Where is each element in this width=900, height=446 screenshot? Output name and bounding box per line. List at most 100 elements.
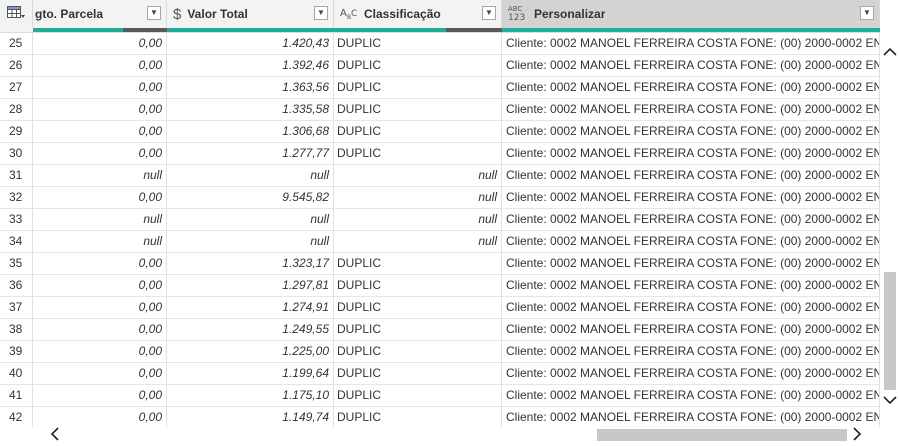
cell-classificacao[interactable]: DUPLIC (334, 385, 502, 406)
filter-dropdown-valor-total-icon[interactable]: ▼ (314, 6, 328, 20)
cell-parcela[interactable]: 0,00 (33, 253, 167, 274)
row-index[interactable]: 34 (0, 231, 33, 252)
cell-personalizar[interactable]: Cliente: 0002 MANOEL FERREIRA COSTA FONE… (502, 143, 880, 164)
horizontal-scroll-thumb[interactable] (597, 429, 847, 441)
cell-parcela[interactable]: null (33, 209, 167, 230)
cell-parcela[interactable]: null (33, 231, 167, 252)
filter-dropdown-personalizar-icon[interactable]: ▼ (860, 6, 874, 20)
cell-parcela[interactable]: 0,00 (33, 407, 167, 428)
cell-parcela[interactable]: 0,00 (33, 77, 167, 98)
cell-valor-total[interactable]: 1.277,77 (167, 143, 334, 164)
text-type-icon[interactable]: ABC (334, 6, 358, 23)
table-row[interactable]: 27 0,00 1.363,56 DUPLIC Cliente: 0002 MANOEL… (0, 77, 880, 99)
cell-classificacao[interactable]: DUPLIC (334, 143, 502, 164)
table-row[interactable]: 30 0,00 1.277,77 DUPLIC Cliente: 0002 MANOEL… (0, 143, 880, 165)
cell-personalizar[interactable]: Cliente: 0002 MANOEL FERREIRA COSTA FONE… (502, 275, 880, 296)
table-row[interactable]: 28 0,00 1.335,58 DUPLIC Cliente: 0002 MANOEL… (0, 99, 880, 121)
cell-personalizar[interactable]: Cliente: 0002 MANOEL FERREIRA COSTA FONE… (502, 253, 880, 274)
cell-valor-total[interactable]: 1.249,55 (167, 319, 334, 340)
row-index[interactable]: 36 (0, 275, 33, 296)
cell-classificacao[interactable]: DUPLIC (334, 121, 502, 142)
cell-personalizar[interactable]: Cliente: 0002 MANOEL FERREIRA COSTA FONE… (502, 341, 880, 362)
cell-personalizar[interactable]: Cliente: 0002 MANOEL FERREIRA COSTA FONE… (502, 121, 880, 142)
cell-personalizar[interactable]: Cliente: 0002 MANOEL FERREIRA COSTA FONE… (502, 297, 880, 318)
filter-dropdown-parcela-icon[interactable]: ▼ (147, 6, 161, 20)
scroll-left-icon[interactable] (50, 427, 60, 446)
cell-personalizar[interactable]: Cliente: 0002 MANOEL FERREIRA COSTA FONE… (502, 363, 880, 384)
row-index[interactable]: 41 (0, 385, 33, 406)
cell-personalizar[interactable]: Cliente: 0002 MANOEL FERREIRA COSTA FONE… (502, 231, 880, 252)
table-row[interactable]: 34 null null null Cliente: 0002 MANOEL FERRE… (0, 231, 880, 253)
row-index[interactable]: 35 (0, 253, 33, 274)
row-index[interactable]: 33 (0, 209, 33, 230)
table-row[interactable]: 26 0,00 1.392,46 DUPLIC Cliente: 0002 MANOEL… (0, 55, 880, 77)
cell-classificacao[interactable]: null (334, 165, 502, 186)
cell-valor-total[interactable]: 1.274,91 (167, 297, 334, 318)
cell-classificacao[interactable]: null (334, 231, 502, 252)
row-index[interactable]: 42 (0, 407, 33, 428)
row-index[interactable]: 32 (0, 187, 33, 208)
cell-parcela[interactable]: 0,00 (33, 297, 167, 318)
row-index[interactable]: 38 (0, 319, 33, 340)
cell-classificacao[interactable]: null (334, 209, 502, 230)
column-header-parcela[interactable]: gto. Parcela ▼ (33, 0, 167, 28)
cell-personalizar[interactable]: Cliente: 0002 MANOEL FERREIRA COSTA FONE… (502, 33, 880, 54)
cell-valor-total[interactable]: null (167, 165, 334, 186)
row-index[interactable]: 25 (0, 33, 33, 54)
cell-personalizar[interactable]: Cliente: 0002 MANOEL FERREIRA COSTA FONE… (502, 385, 880, 406)
cell-classificacao[interactable]: DUPLIC (334, 363, 502, 384)
cell-classificacao[interactable]: DUPLIC (334, 297, 502, 318)
table-row[interactable]: 32 0,00 9.545,82 null Cliente: 0002 MANOEL F… (0, 187, 880, 209)
cell-valor-total[interactable]: 1.420,43 (167, 33, 334, 54)
cell-parcela[interactable]: 0,00 (33, 341, 167, 362)
row-index[interactable]: 28 (0, 99, 33, 120)
cell-personalizar[interactable]: Cliente: 0002 MANOEL FERREIRA COSTA FONE… (502, 209, 880, 230)
cell-classificacao[interactable]: DUPLIC (334, 275, 502, 296)
table-menu-button[interactable] (0, 0, 33, 28)
cell-personalizar[interactable]: Cliente: 0002 MANOEL FERREIRA COSTA FONE… (502, 165, 880, 186)
cell-parcela[interactable]: 0,00 (33, 187, 167, 208)
cell-valor-total[interactable]: 1.306,68 (167, 121, 334, 142)
table-row[interactable]: 41 0,00 1.175,10 DUPLIC Cliente: 0002 MANOEL… (0, 385, 880, 407)
table-row[interactable]: 42 0,00 1.149,74 DUPLIC Cliente: 0002 MANOEL… (0, 407, 880, 428)
row-index[interactable]: 40 (0, 363, 33, 384)
cell-classificacao[interactable]: DUPLIC (334, 77, 502, 98)
cell-classificacao[interactable]: null (334, 187, 502, 208)
table-row[interactable]: 39 0,00 1.225,00 DUPLIC Cliente: 0002 MANOEL… (0, 341, 880, 363)
scroll-down-icon[interactable] (882, 392, 898, 408)
table-row[interactable]: 33 null null null Cliente: 0002 MANOEL FERRE… (0, 209, 880, 231)
cell-valor-total[interactable]: 1.149,74 (167, 407, 334, 428)
cell-classificacao[interactable]: DUPLIC (334, 341, 502, 362)
cell-classificacao[interactable]: DUPLIC (334, 253, 502, 274)
column-header-personalizar[interactable]: ABC 123 Personalizar ▼ (502, 0, 880, 28)
horizontal-scrollbar[interactable] (0, 427, 880, 445)
cell-valor-total[interactable]: 1.225,00 (167, 341, 334, 362)
column-header-classificacao[interactable]: ABC Classificação ▼ (334, 0, 502, 28)
table-row[interactable]: 37 0,00 1.274,91 DUPLIC Cliente: 0002 MANOEL… (0, 297, 880, 319)
cell-classificacao[interactable]: DUPLIC (334, 33, 502, 54)
currency-type-icon[interactable]: $ (167, 6, 181, 23)
cell-valor-total[interactable]: 1.363,56 (167, 77, 334, 98)
cell-valor-total[interactable]: 9.545,82 (167, 187, 334, 208)
cell-valor-total[interactable]: 1.392,46 (167, 55, 334, 76)
cell-parcela[interactable]: 0,00 (33, 99, 167, 120)
cell-parcela[interactable]: 0,00 (33, 363, 167, 384)
cell-classificacao[interactable]: DUPLIC (334, 319, 502, 340)
cell-valor-total[interactable]: null (167, 209, 334, 230)
scroll-right-icon[interactable] (852, 427, 862, 446)
cell-valor-total[interactable]: 1.297,81 (167, 275, 334, 296)
cell-personalizar[interactable]: Cliente: 0002 MANOEL FERREIRA COSTA FONE… (502, 77, 880, 98)
cell-valor-total[interactable]: 1.335,58 (167, 99, 334, 120)
cell-valor-total[interactable]: 1.323,17 (167, 253, 334, 274)
row-index[interactable]: 39 (0, 341, 33, 362)
cell-valor-total[interactable]: null (167, 231, 334, 252)
cell-parcela[interactable]: 0,00 (33, 385, 167, 406)
vertical-scroll-thumb[interactable] (884, 272, 896, 390)
any-type-icon[interactable]: ABC 123 (502, 4, 528, 25)
cell-personalizar[interactable]: Cliente: 0002 MANOEL FERREIRA COSTA FONE… (502, 319, 880, 340)
column-header-valor-total[interactable]: $ Valor Total ▼ (167, 0, 334, 28)
row-index[interactable]: 30 (0, 143, 33, 164)
row-index[interactable]: 26 (0, 55, 33, 76)
cell-parcela[interactable]: 0,00 (33, 319, 167, 340)
table-row[interactable]: 25 0,00 1.420,43 DUPLIC Cliente: 0002 MANOEL… (0, 33, 880, 55)
